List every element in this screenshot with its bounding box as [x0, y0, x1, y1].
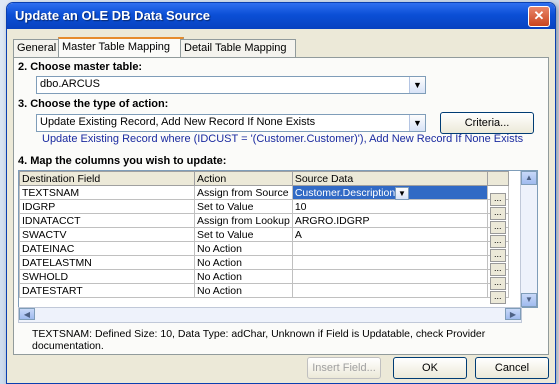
- close-icon[interactable]: ✕: [528, 6, 550, 27]
- ellipsis-button[interactable]: ...: [489, 248, 506, 262]
- source-cell[interactable]: [291, 269, 488, 284]
- source-cell[interactable]: [291, 283, 488, 298]
- action-cell[interactable]: Set to Value: [194, 227, 293, 242]
- source-cell[interactable]: A: [291, 227, 488, 242]
- scroll-up-icon[interactable]: ▲: [521, 171, 537, 185]
- action-type-select[interactable]: Update Existing Record, Add New Record I…: [36, 114, 426, 132]
- mapping-grid[interactable]: Destination Field Action Source Data TEX…: [18, 170, 538, 308]
- vertical-scrollbar[interactable]: ▲ ▼: [520, 171, 537, 307]
- ellipsis-button[interactable]: ...: [489, 206, 506, 220]
- choose-action-label: 3. Choose the type of action:: [18, 98, 169, 110]
- mapping-table: Destination Field Action Source Data TEX…: [19, 171, 509, 304]
- ellipsis-button[interactable]: ...: [489, 192, 506, 206]
- ellipsis-cell[interactable]: ...: [486, 185, 509, 206]
- action-description: Update Existing Record where (IDCUST = '…: [42, 133, 524, 145]
- chevron-down-icon[interactable]: ▼: [409, 115, 425, 131]
- insert-field-button[interactable]: Insert Field...: [307, 357, 381, 379]
- action-cell[interactable]: Set to Value: [194, 199, 293, 214]
- table-row[interactable]: DATELASTMN No Action ...: [19, 255, 509, 276]
- scroll-left-icon[interactable]: ◀: [19, 308, 35, 320]
- chevron-down-icon[interactable]: ▼: [409, 77, 425, 93]
- table-row[interactable]: TEXTSNAM Assign from Source Customer.Des…: [19, 185, 509, 206]
- action-cell[interactable]: Assign from Lookup: [194, 213, 293, 228]
- column-header-destination[interactable]: Destination Field: [19, 171, 195, 186]
- horizontal-scrollbar[interactable]: ◀ ▶: [18, 307, 522, 323]
- scroll-down-icon[interactable]: ▼: [521, 293, 537, 307]
- ok-button[interactable]: OK: [393, 357, 467, 379]
- criteria-button[interactable]: Criteria...: [440, 112, 534, 134]
- column-header-blank: [486, 171, 509, 186]
- column-header-source[interactable]: Source Data: [291, 171, 488, 186]
- window-title: Update an OLE DB Data Source: [15, 8, 211, 23]
- ellipsis-button[interactable]: ...: [489, 262, 506, 276]
- table-row[interactable]: DATESTART No Action ...: [19, 283, 509, 304]
- tab-detail-table-mapping[interactable]: Detail Table Mapping: [180, 39, 296, 57]
- table-row[interactable]: SWACTV Set to Value A ...: [19, 227, 509, 248]
- choose-table-label: 2. Choose master table:: [18, 61, 143, 73]
- action-cell[interactable]: No Action: [194, 241, 293, 256]
- action-type-value: Update Existing Record, Add New Record I…: [40, 116, 316, 128]
- source-cell[interactable]: ARGRO.IDGRP: [291, 213, 488, 228]
- table-row[interactable]: IDGRP Set to Value 10 ...: [19, 199, 509, 220]
- column-header-action[interactable]: Action: [194, 171, 293, 186]
- ellipsis-button[interactable]: ...: [489, 234, 506, 248]
- ole-db-dialog: Update an OLE DB Data Source ✕ General M…: [6, 2, 556, 384]
- source-cell[interactable]: Customer.Description: [291, 185, 488, 200]
- ellipsis-button[interactable]: ...: [489, 220, 506, 234]
- field-info-text: TEXTSNAM: Defined Size: 10, Data Type: a…: [32, 328, 486, 352]
- tab-general[interactable]: General: [13, 39, 62, 57]
- scroll-right-icon[interactable]: ▶: [505, 308, 521, 320]
- master-table-select[interactable]: dbo.ARCUS ▼: [36, 76, 426, 94]
- destination-cell[interactable]: SWACTV: [19, 227, 195, 242]
- destination-cell[interactable]: SWHOLD: [19, 269, 195, 284]
- tab-master-table-mapping[interactable]: Master Table Mapping: [58, 37, 184, 58]
- table-row[interactable]: DATEINAC No Action ...: [19, 241, 509, 262]
- action-cell[interactable]: No Action: [194, 255, 293, 270]
- master-table-value: dbo.ARCUS: [40, 78, 100, 90]
- destination-cell[interactable]: IDNATACCT: [19, 213, 195, 228]
- destination-cell[interactable]: IDGRP: [19, 199, 195, 214]
- destination-cell[interactable]: DATEINAC: [19, 241, 195, 256]
- master-table-panel: 2. Choose master table: dbo.ARCUS ▼ 3. C…: [13, 57, 549, 355]
- source-cell[interactable]: 10: [291, 199, 488, 214]
- table-row[interactable]: IDNATACCT Assign from Lookup ARGRO.IDGRP…: [19, 213, 509, 234]
- action-cell[interactable]: No Action: [194, 269, 293, 284]
- map-columns-label: 4. Map the columns you wish to update:: [18, 155, 227, 167]
- destination-cell[interactable]: TEXTSNAM: [19, 185, 195, 200]
- action-cell[interactable]: Assign from Source: [194, 185, 293, 200]
- table-row[interactable]: SWHOLD No Action ...: [19, 269, 509, 290]
- source-cell[interactable]: [291, 241, 488, 256]
- source-cell[interactable]: [291, 255, 488, 270]
- ellipsis-button[interactable]: ...: [489, 290, 506, 304]
- cancel-button[interactable]: Cancel: [475, 357, 549, 379]
- destination-cell[interactable]: DATELASTMN: [19, 255, 195, 270]
- title-bar[interactable]: Update an OLE DB Data Source ✕: [7, 3, 555, 29]
- source-dropdown-chevron-icon[interactable]: ▼: [395, 187, 409, 200]
- action-cell[interactable]: No Action: [194, 283, 293, 298]
- ellipsis-button[interactable]: ...: [489, 276, 506, 290]
- destination-cell[interactable]: DATESTART: [19, 283, 195, 298]
